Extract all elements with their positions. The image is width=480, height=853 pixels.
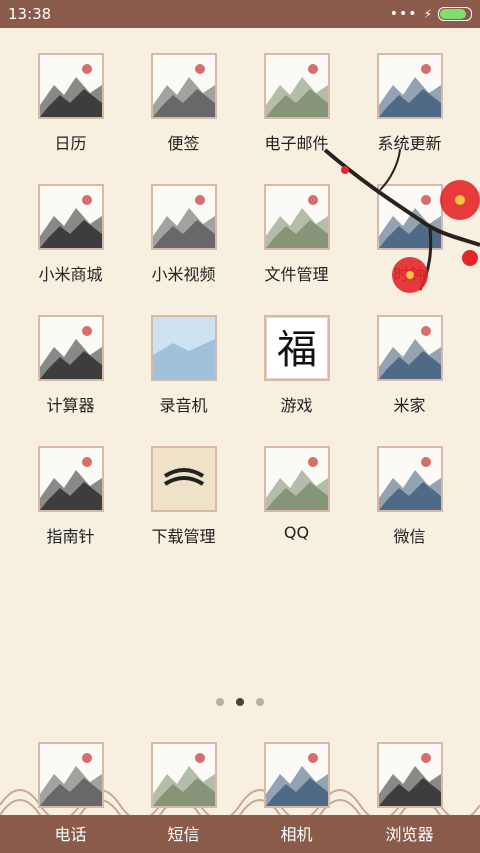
dock-label: 相机	[280, 825, 313, 844]
battery-icon	[438, 7, 472, 21]
dock-label: 浏览器	[385, 825, 434, 844]
app-mi-video-ink[interactable]: 小米视频	[127, 171, 240, 285]
app-label: 录音机	[159, 396, 208, 415]
notes-ink-icon	[150, 53, 217, 119]
wechat-ink-icon	[376, 446, 443, 512]
app-label: 小米商城	[38, 265, 103, 284]
battery-fill	[440, 9, 466, 19]
app-label: QQ	[283, 523, 310, 542]
app-label: 小米视频	[151, 265, 216, 284]
qq-ink-icon	[263, 446, 330, 512]
status-icons: ••• ⚡	[390, 6, 472, 22]
games-fu-icon: 福	[263, 315, 330, 381]
mi-home-ink-icon	[376, 315, 443, 381]
app-label: 时钟	[393, 265, 426, 284]
calendar-ink-icon	[37, 53, 104, 119]
app-games-fu[interactable]: 福游戏	[240, 302, 353, 416]
app-email-ink[interactable]: 电子邮件	[240, 40, 353, 154]
app-label: 米家	[393, 396, 426, 415]
compass-ink-icon	[37, 446, 104, 512]
app-calculator-ink[interactable]: 计算器	[14, 302, 127, 416]
app-label: 微信	[393, 527, 426, 546]
app-label: 日历	[54, 134, 87, 153]
app-compass-ink[interactable]: 指南针	[14, 433, 127, 547]
page-indicator[interactable]	[0, 698, 480, 706]
app-qq-ink[interactable]: QQ	[240, 433, 353, 542]
app-label: 便签	[167, 134, 200, 153]
calculator-ink-icon	[37, 315, 104, 381]
charging-icon: ⚡	[423, 7, 432, 21]
clock-ink-icon	[376, 184, 443, 250]
downloads-ink-icon	[150, 446, 217, 512]
dock-messages-pipa[interactable]: 短信	[127, 742, 240, 844]
messages-pipa-icon	[150, 742, 217, 808]
app-label: 文件管理	[264, 265, 329, 284]
system-update-ink-icon	[376, 53, 443, 119]
camera-ink-icon	[263, 742, 330, 808]
mi-video-ink-icon	[150, 184, 217, 250]
page-dot[interactable]	[256, 698, 264, 706]
app-label: 游戏	[280, 396, 313, 415]
app-wechat-ink[interactable]: 微信	[353, 433, 466, 547]
app-clock-ink[interactable]: 时钟	[353, 171, 466, 285]
status-bar: 13:38 ••• ⚡	[0, 0, 480, 28]
app-file-manager-ink[interactable]: 文件管理	[240, 171, 353, 285]
status-time: 13:38	[8, 5, 52, 23]
dock-phone-ink[interactable]: 电话	[14, 742, 127, 844]
app-label: 指南针	[46, 527, 95, 546]
file-manager-ink-icon	[263, 184, 330, 250]
dock-browser-ink[interactable]: 浏览器	[353, 742, 466, 844]
app-system-update-ink[interactable]: 系统更新	[353, 40, 466, 154]
app-calendar-ink[interactable]: 日历	[14, 40, 127, 154]
app-label: 下载管理	[151, 527, 216, 546]
dock-label: 电话	[54, 825, 87, 844]
recorder-ink-icon	[150, 315, 217, 381]
app-mi-store-ink[interactable]: 小米商城	[14, 171, 127, 285]
more-dots-icon: •••	[389, 6, 418, 22]
app-label: 系统更新	[377, 134, 442, 153]
email-ink-icon	[263, 53, 330, 119]
mi-store-ink-icon	[37, 184, 104, 250]
app-label: 电子邮件	[264, 134, 329, 153]
page-dot[interactable]	[236, 698, 244, 706]
dock-camera-ink[interactable]: 相机	[240, 742, 353, 844]
app-mi-home-ink[interactable]: 米家	[353, 302, 466, 416]
app-downloads-ink[interactable]: 下载管理	[127, 433, 240, 547]
browser-ink-icon	[376, 742, 443, 808]
dock: 电话 短信 相机 浏览器	[0, 742, 480, 853]
phone-ink-icon	[37, 742, 104, 808]
dock-label: 短信	[167, 825, 200, 844]
page-dot[interactable]	[216, 698, 224, 706]
app-notes-ink[interactable]: 便签	[127, 40, 240, 154]
app-recorder-ink[interactable]: 录音机	[127, 302, 240, 416]
svg-text:福: 福	[277, 327, 317, 373]
app-label: 计算器	[46, 396, 95, 415]
